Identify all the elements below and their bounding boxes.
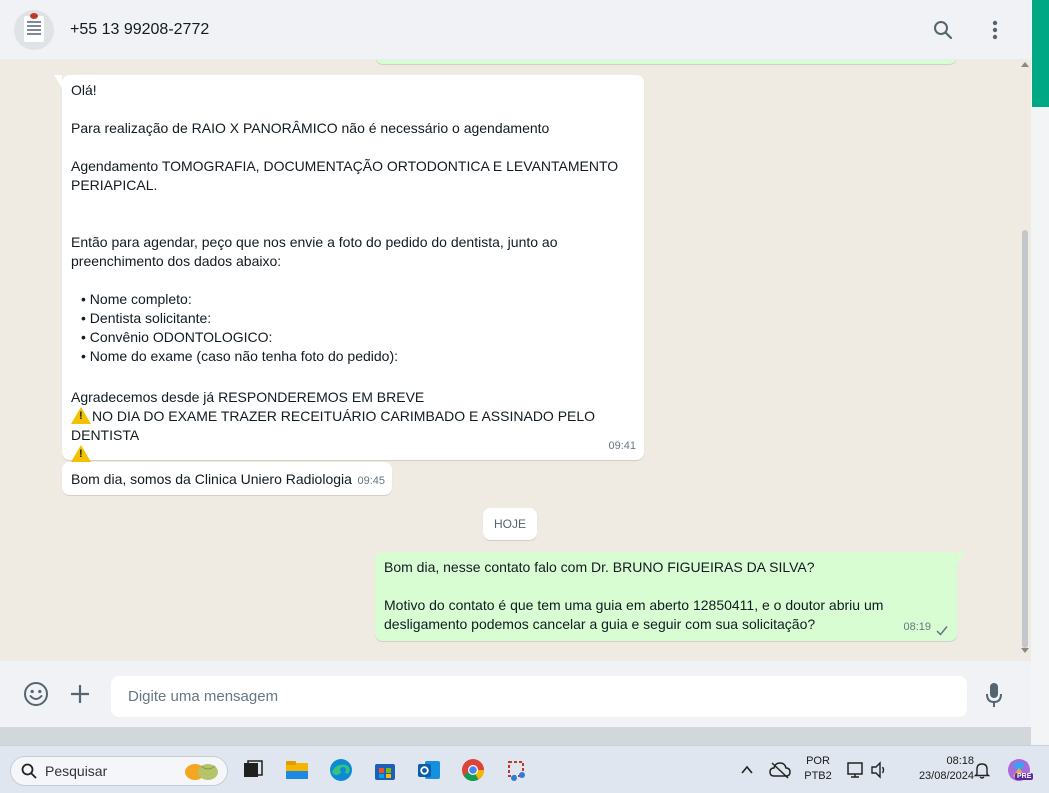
chat-header: +55 13 99208-2772 — [0, 0, 1031, 60]
message-line — [71, 214, 635, 233]
message-closing: Agradecemos desde já RESPONDEREMOS EM BR… — [71, 389, 425, 405]
message-time: 08:19 — [903, 621, 931, 633]
message-line: PERIAPICAL. — [71, 177, 158, 193]
notification-bell-icon[interactable] — [974, 761, 990, 779]
chevron-up-icon[interactable] — [740, 763, 754, 777]
avatar[interactable] — [14, 9, 54, 50]
outgoing-message[interactable]: Bom dia, nesse contato falo com Dr. BRUN… — [375, 552, 965, 641]
message-text: Motivo do contato é que tem uma guia em … — [384, 597, 884, 613]
task-view-icon[interactable] — [240, 757, 266, 783]
chat-scrollbar[interactable] — [1020, 60, 1031, 660]
message-time: 09:41 — [608, 440, 636, 452]
message-text: Olá! Para realização de RAIO X PANORÂMICO… — [71, 81, 635, 271]
emoji-icon[interactable] — [22, 680, 50, 708]
message-line: Olá! — [71, 82, 97, 98]
window-bottom-edge — [0, 727, 1031, 745]
warning-icon — [71, 407, 91, 424]
message-bullet: Nome do exame (caso não tenha foto do pe… — [71, 347, 635, 366]
message-bullet-list: Nome completo:Dentista solicitante:Convê… — [71, 290, 635, 366]
network-icon[interactable] — [846, 761, 866, 779]
message-bullet: Convênio ODONTOLOGICO: — [71, 328, 635, 347]
clock[interactable]: 08:18 23/08/2024 — [898, 754, 974, 784]
outlook-icon[interactable] — [416, 757, 442, 783]
clock-time: 08:18 — [946, 755, 974, 767]
previous-message-bubble — [375, 60, 957, 64]
date-divider: HOJE — [483, 508, 537, 540]
contact-name[interactable]: +55 13 99208-2772 — [70, 21, 209, 39]
speaker-icon[interactable] — [870, 761, 888, 779]
microphone-icon[interactable] — [980, 681, 1008, 709]
message-bullet: Nome completo: — [71, 290, 635, 309]
incoming-message[interactable]: Bom dia, somos da Clinica Uniero Radiolo… — [62, 462, 392, 495]
message-line: Então para agendar, peço que nos envie a… — [71, 234, 558, 250]
more-vertical-icon[interactable] — [983, 18, 1007, 42]
taskbar-search[interactable]: Pesquisar — [10, 756, 228, 786]
melon-icon — [185, 764, 218, 780]
incoming-message[interactable]: Olá! Para realização de RAIO X PANORÂMICO… — [54, 75, 644, 462]
message-line: preenchimento dos dados abaixo: — [71, 253, 282, 269]
snipping-tool-icon[interactable] — [504, 757, 530, 783]
message-line: Para realização de RAIO X PANORÂMICO não… — [71, 120, 550, 136]
message-list[interactable]: Olá! Para realização de RAIO X PANORÂMICO… — [0, 60, 1020, 661]
search-icon[interactable] — [931, 18, 955, 42]
preview-badge: PRE — [1015, 773, 1034, 780]
taskbar: Pesquisar POR PTB2 08:18 23/08/2024 PRE — [0, 745, 1049, 793]
edge-browser-icon[interactable] — [328, 757, 354, 783]
copilot-icon[interactable]: PRE — [1005, 756, 1034, 784]
single-check-icon — [936, 626, 948, 636]
message-line — [71, 195, 635, 214]
search-icon — [21, 763, 37, 779]
scrollbar-thumb[interactable] — [1022, 230, 1028, 648]
message-input[interactable] — [111, 676, 967, 717]
message-line — [71, 138, 635, 157]
compose-bar — [0, 661, 1031, 727]
message-time: 09:45 — [357, 475, 385, 487]
clock-date: 23/08/2024 — [918, 770, 974, 782]
message-line: Agendamento TOMOGRAFIA, DOCUMENTAÇÃO ORT… — [71, 158, 619, 174]
warning-icon — [71, 445, 91, 462]
window-edge — [1031, 0, 1049, 745]
message-bullet: Dentista solicitante: — [71, 309, 635, 328]
input-language[interactable]: POR PTB2 — [800, 754, 836, 784]
search-label: Pesquisar — [45, 763, 108, 779]
store-icon[interactable] — [372, 757, 398, 783]
message-text: Bom dia, somos da Clinica Uniero Radiolo… — [71, 471, 352, 487]
message-text: Bom dia, nesse contato falo com Dr. BRUN… — [384, 559, 815, 575]
chrome-icon[interactable] — [460, 757, 486, 783]
message-warning-line: NO DIA DO EXAME TRAZER RECEITUÁRIO CARIM… — [71, 407, 635, 445]
plus-icon[interactable] — [66, 680, 94, 708]
file-explorer-icon[interactable] — [284, 757, 310, 783]
message-line — [71, 100, 635, 119]
message-text: desligamento podemos cancelar a guia e s… — [384, 616, 816, 632]
onedrive-offline-icon[interactable] — [769, 761, 791, 779]
